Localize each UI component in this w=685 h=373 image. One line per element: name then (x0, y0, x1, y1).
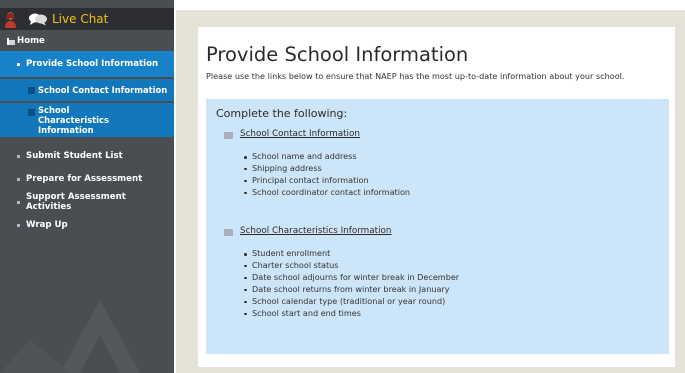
tasks-panel: Complete the following: School Contact I… (206, 99, 669, 354)
bullet-icon (17, 63, 20, 66)
sidebar-item-provide-school-information[interactable]: Provide School Information (0, 51, 174, 77)
square-bullet-icon (28, 87, 35, 94)
home-icon (7, 38, 15, 45)
list-item: Charter school status (244, 260, 459, 272)
sidebar-item-prepare-for-assessment[interactable]: Prepare for Assessment (0, 167, 174, 190)
agent-avatar-icon (5, 11, 16, 28)
list-item: Shipping address (244, 163, 410, 175)
app-frame: Live Chat Home Provide School Informatio… (0, 0, 685, 373)
sidebar-item-label: Home (17, 36, 45, 46)
sidebar-item-label: Wrap Up (26, 219, 68, 230)
sidebar: Live Chat Home Provide School Informatio… (0, 0, 174, 373)
characteristics-items-list: Student enrollment Charter school status… (244, 248, 459, 319)
sidebar-item-label: Prepare for Assessment (26, 173, 143, 184)
list-item: School coordinator contact information (244, 187, 410, 199)
list-item: Student enrollment (244, 248, 459, 260)
sidebar-item-label: Support Assessment Activities (26, 191, 126, 212)
contact-items-list: School name and address Shipping address… (244, 151, 410, 199)
list-item: School calendar type (traditional or yea… (244, 296, 459, 308)
content-card: Provide School Information Please use th… (198, 27, 675, 367)
sidebar-item-wrap-up[interactable]: Wrap Up (0, 213, 174, 236)
list-item: School start and end times (244, 308, 459, 320)
sidebar-item-label: Submit Student List (26, 150, 123, 161)
list-item: Date school returns from winter break in… (244, 284, 459, 296)
sidebar-decoration (0, 300, 140, 373)
list-item: Date school adjourns for winter break in… (244, 272, 459, 284)
sidebar-item-label: School Contact Information (38, 85, 168, 95)
sidebar-item-support-assessment-activities[interactable]: Support Assessment Activities (0, 190, 174, 213)
bullet-icon (17, 177, 20, 181)
bullet-icon (17, 223, 20, 227)
sidebar-subitem-school-contact[interactable]: School Contact Information (0, 79, 174, 101)
sidebar-subitem-school-characteristics[interactable]: School Characteristics Information (0, 103, 174, 137)
live-chat-button[interactable]: Live Chat (0, 8, 174, 30)
square-bullet-icon (224, 132, 233, 139)
square-bullet-icon (224, 229, 233, 236)
school-contact-information-link[interactable]: School Contact Information (240, 129, 360, 139)
chat-bubbles-icon (29, 13, 47, 26)
intro-text: Please use the links below to ensure tha… (206, 71, 625, 81)
panel-heading: Complete the following: (216, 107, 348, 120)
page-title: Provide School Information (206, 43, 469, 66)
bullet-icon (17, 154, 20, 158)
school-characteristics-information-link[interactable]: School Characteristics Information (240, 226, 392, 236)
main-area: Provide School Information Please use th… (176, 10, 685, 373)
sidebar-item-label: Provide School Information (26, 59, 159, 69)
sidebar-item-submit-student-list[interactable]: Submit Student List (0, 144, 174, 167)
sidebar-item-label: School Characteristics Information (38, 105, 109, 135)
live-chat-label: Live Chat (52, 12, 109, 26)
list-item: School name and address (244, 151, 410, 163)
square-bullet-icon (28, 109, 35, 116)
list-item: Principal contact information (244, 175, 410, 187)
sidebar-item-home[interactable]: Home (0, 31, 174, 51)
bullet-icon (17, 200, 20, 204)
sidebar-nav: Home Provide School Information School C… (0, 31, 174, 236)
